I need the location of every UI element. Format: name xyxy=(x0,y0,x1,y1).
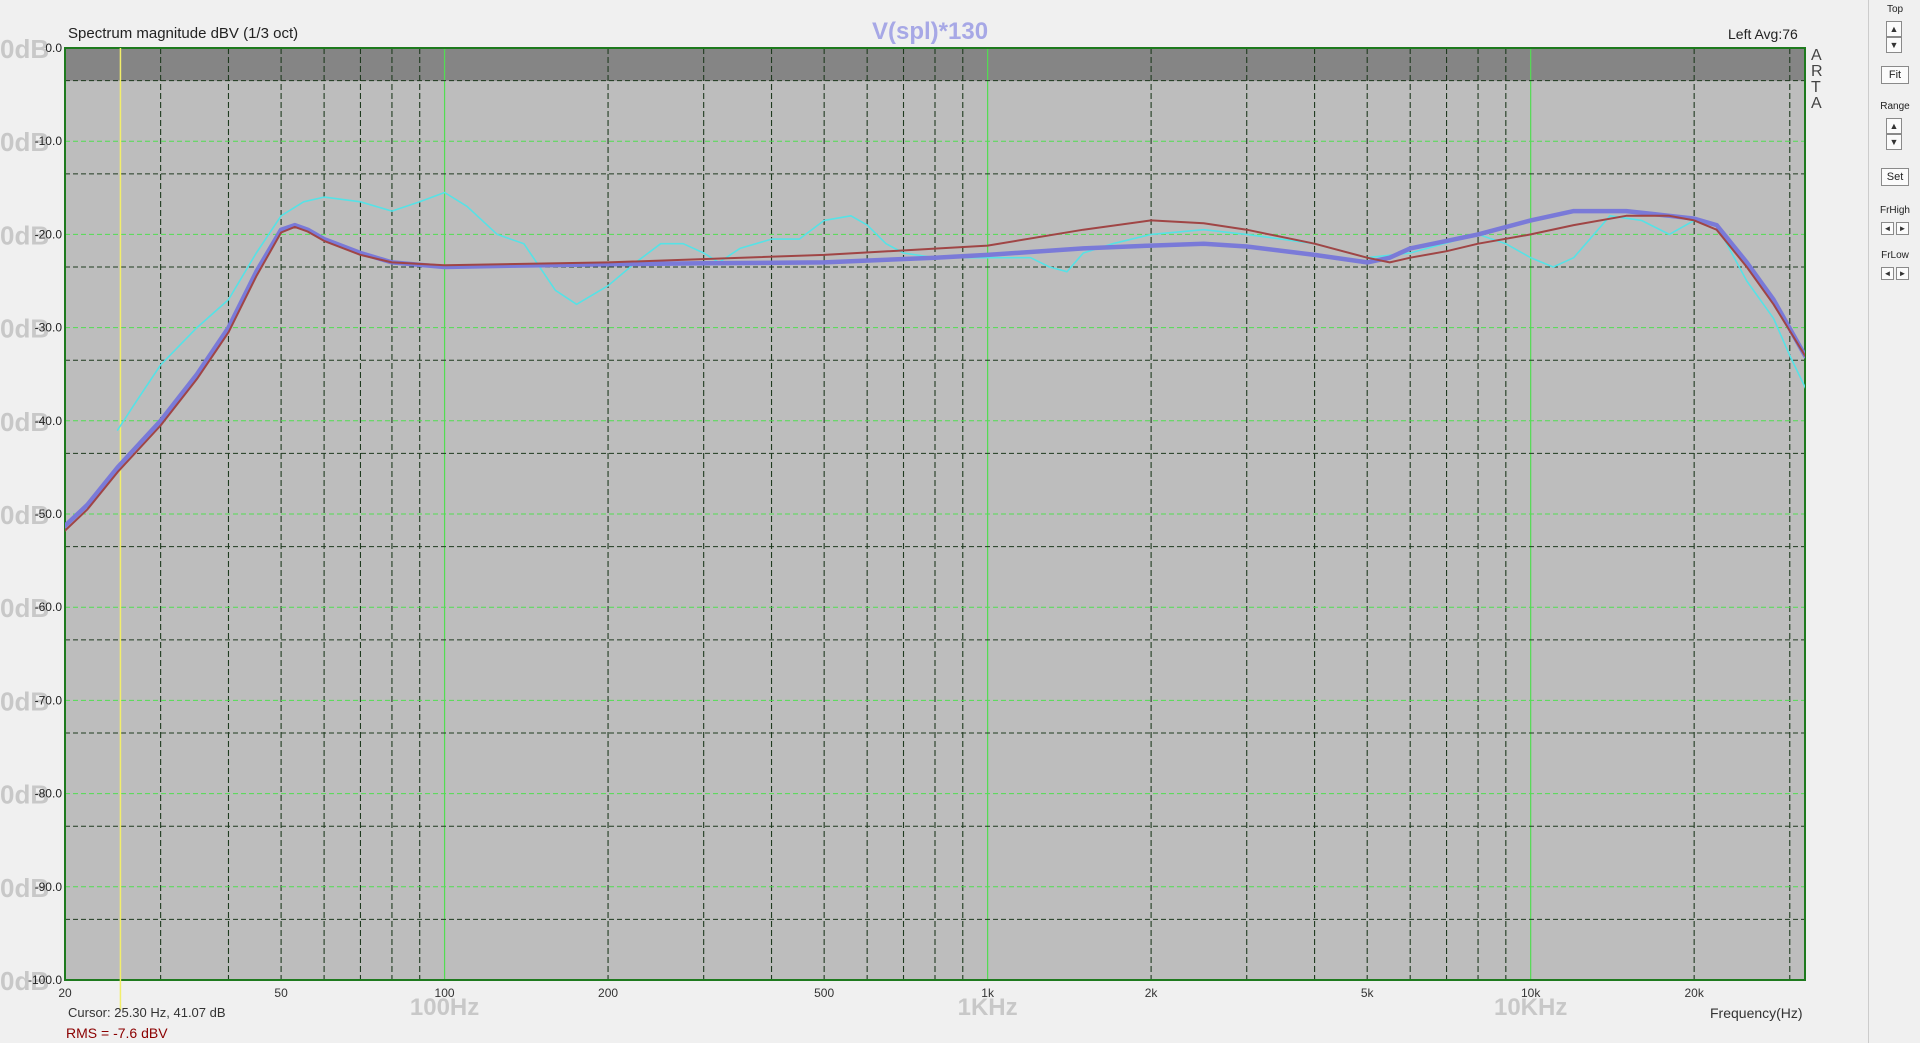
arta-letter: A xyxy=(1811,95,1822,112)
y-tick-label: -60.0 xyxy=(35,600,63,614)
x-tick-label: 50 xyxy=(274,986,288,1000)
y-tick-label: -70.0 xyxy=(35,693,63,707)
decade-label: 100Hz xyxy=(410,994,479,1021)
channel-avg-status: Left Avg:76 xyxy=(1728,26,1798,42)
plot-area[interactable]: 0dB 0dB 0dB 0dB 0dB 0dB 0dB 0dB 0dB 0dB 0dB 0.0 -10.… xyxy=(0,0,1868,1043)
chart-title: Spectrum magnitude dBV (1/3 oct) xyxy=(68,25,299,42)
x-tick-label: 2k xyxy=(1145,986,1159,1000)
x-tick-label: 200 xyxy=(598,986,618,1000)
arta-letter: A xyxy=(1811,47,1821,64)
x-axis-label: Frequency(Hz) xyxy=(1710,1005,1803,1021)
x-tick-label: 20 xyxy=(58,986,72,1000)
cursor-readout: Cursor: 25.30 Hz, 41.07 dB xyxy=(68,1005,226,1020)
frhigh-left-button[interactable]: ◄ xyxy=(1881,222,1894,235)
x-tick-label: 20k xyxy=(1684,986,1704,1000)
range-label: Range xyxy=(1880,101,1910,112)
arta-logo: A R T A xyxy=(1811,48,1823,112)
set-button[interactable]: Set xyxy=(1881,168,1909,186)
rms-readout: RMS = -7.6 dBV xyxy=(66,1025,168,1041)
x-tick-label: 5k xyxy=(1361,986,1375,1000)
y-tick-label: 0.0 xyxy=(45,41,62,55)
y-tick-label: -40.0 xyxy=(35,414,63,428)
range-down-button[interactable]: ▼ xyxy=(1886,134,1902,150)
arta-letter: T xyxy=(1811,79,1821,96)
top-label: Top xyxy=(1886,4,1904,15)
y-tick-label: -80.0 xyxy=(35,787,63,801)
chart-subtitle: V(spl)*130 xyxy=(872,18,989,45)
range-up-button[interactable]: ▲ xyxy=(1886,118,1902,134)
decade-label: 1KHz xyxy=(958,994,1018,1021)
frhigh-label: FrHigh xyxy=(1879,205,1910,216)
frlow-right-button[interactable]: ► xyxy=(1896,267,1909,280)
control-sidebar: Top ▲ ▼ Fit Range ▲ ▼ Set FrHigh ◄ ► FrL… xyxy=(1868,0,1920,1043)
y-tick-label: -10.0 xyxy=(35,134,63,148)
top-down-button[interactable]: ▼ xyxy=(1886,37,1902,53)
y-tick-label: -100.0 xyxy=(28,973,62,987)
y-tick-label: -50.0 xyxy=(35,507,63,521)
spectrum-chart[interactable]: 0dB0dB0dB0dB0dB0dB0dB0dB0dB0dB0dB0.0-10.… xyxy=(0,0,1868,1043)
y-tick-label: -30.0 xyxy=(35,321,63,335)
frhigh-right-button[interactable]: ► xyxy=(1896,222,1909,235)
decade-label: 10KHz xyxy=(1494,994,1567,1021)
x-tick-label: 500 xyxy=(814,986,834,1000)
y-tick-label: -90.0 xyxy=(35,880,63,894)
frlow-label: FrLow xyxy=(1881,250,1909,261)
y-tick-label: -20.0 xyxy=(35,227,63,241)
y-ghost-label: 0dB xyxy=(0,34,49,64)
top-up-button[interactable]: ▲ xyxy=(1886,21,1902,37)
fit-button[interactable]: Fit xyxy=(1881,66,1909,84)
arta-letter: R xyxy=(1811,63,1823,80)
frlow-left-button[interactable]: ◄ xyxy=(1881,267,1894,280)
